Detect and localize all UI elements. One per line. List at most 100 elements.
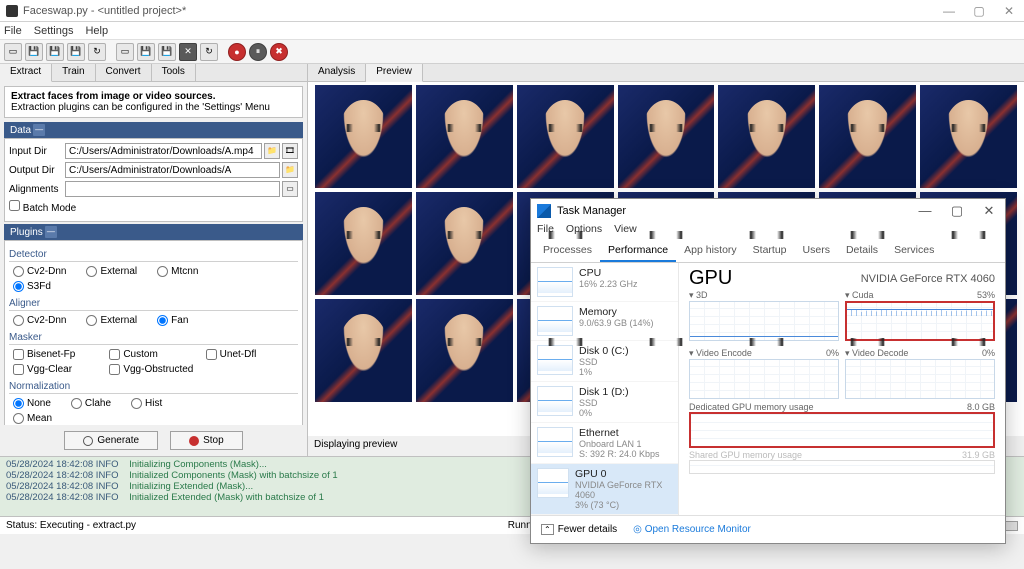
stop-button[interactable]: Stop xyxy=(170,431,243,450)
detector-s3fd[interactable] xyxy=(13,281,24,292)
tm-item-ethernet[interactable]: EthernetOnboard LAN 1S: 392 R: 24.0 Kbps xyxy=(531,423,678,464)
toolbar-save3-icon[interactable]: 💾 xyxy=(137,43,155,61)
collapse2-icon[interactable]: — xyxy=(45,226,57,238)
masker-head: Masker xyxy=(9,332,298,345)
toolbar-clear-icon[interactable]: ✕ xyxy=(179,43,197,61)
output-dir-field[interactable] xyxy=(65,162,280,178)
detector-mtcnn[interactable] xyxy=(157,266,168,277)
tm-close[interactable]: ✕ xyxy=(973,203,1005,219)
tm-cpu-sparkline xyxy=(537,267,573,297)
aligner-fan[interactable] xyxy=(157,315,168,326)
aligner-head: Aligner xyxy=(9,298,298,311)
norm-none[interactable] xyxy=(13,398,24,409)
norm-clahe[interactable] xyxy=(71,398,82,409)
tab-tools[interactable]: Tools xyxy=(152,64,196,81)
chart-videnc: ▾ Video Encode0% xyxy=(689,348,839,400)
generate-button[interactable]: Generate xyxy=(64,431,158,450)
tm-item-memory[interactable]: Memory9.0/63.9 GB (14%) xyxy=(531,302,678,341)
tm-tab-performance[interactable]: Performance xyxy=(600,241,676,262)
toolbar-stop2-icon[interactable]: ⏸ xyxy=(249,43,267,61)
tm-item-gpu0[interactable]: GPU 0NVIDIA GeForce RTX 40603% (73 °C) xyxy=(531,464,678,515)
chart-cuda: ▾ Cuda53% xyxy=(845,290,995,342)
browse-video-icon[interactable]: 🎞 xyxy=(282,143,298,159)
gpu-name: NVIDIA GeForce RTX 4060 xyxy=(861,273,995,285)
tm-tab-users[interactable]: Users xyxy=(795,241,838,262)
norm-head: Normalization xyxy=(9,381,298,394)
norm-mean[interactable] xyxy=(13,413,24,424)
tm-tab-apphistory[interactable]: App history xyxy=(676,241,745,262)
tm-gpu-sparkline xyxy=(537,468,569,498)
tab-convert[interactable]: Convert xyxy=(96,64,152,81)
browse-folder-icon[interactable]: 📁 xyxy=(264,143,280,159)
fewer-details-link[interactable]: Fewer details xyxy=(541,524,617,535)
tm-item-disk0[interactable]: Disk 0 (C:)SSD1% xyxy=(531,341,678,382)
face-thumbnail xyxy=(919,84,1018,189)
tm-tab-startup[interactable]: Startup xyxy=(745,241,795,262)
task-manager-window[interactable]: Task Manager — ▢ ✕ File Options View Pro… xyxy=(530,198,1006,544)
norm-hist[interactable] xyxy=(131,398,142,409)
input-dir-field[interactable] xyxy=(65,143,262,159)
aligner-cv2dnn[interactable] xyxy=(13,315,24,326)
tm-tab-processes[interactable]: Processes xyxy=(535,241,600,262)
tab-train[interactable]: Train xyxy=(52,64,95,81)
browse-file-icon[interactable]: ▭ xyxy=(282,181,298,197)
status-text: Status: Executing - extract.py xyxy=(6,520,136,531)
toolbar-save4-icon[interactable]: 💾 xyxy=(158,43,176,61)
tm-tab-details[interactable]: Details xyxy=(838,241,886,262)
tab-preview[interactable]: Preview xyxy=(366,64,423,82)
masker-vggclear[interactable] xyxy=(13,364,24,375)
menu-file[interactable]: File xyxy=(4,25,22,37)
face-thumbnail xyxy=(314,298,413,403)
toolbar-new-icon[interactable]: ▭ xyxy=(4,43,22,61)
chart-shared-mem: Shared GPU memory usage31.9 GB xyxy=(689,450,995,474)
masker-unetdfl[interactable] xyxy=(206,349,217,360)
alignments-field[interactable] xyxy=(65,181,280,197)
toolbar-new2-icon[interactable]: ▭ xyxy=(116,43,134,61)
alignments-label: Alignments xyxy=(9,184,65,195)
gpu-heading: GPU xyxy=(689,267,732,290)
masker-custom[interactable] xyxy=(109,349,120,360)
detector-external[interactable] xyxy=(86,266,97,277)
tab-analysis[interactable]: Analysis xyxy=(308,64,366,81)
tm-title-bar[interactable]: Task Manager — ▢ ✕ xyxy=(531,199,1005,223)
menu-help[interactable]: Help xyxy=(85,25,108,37)
detector-cv2dnn[interactable] xyxy=(13,266,24,277)
masker-vggobstr[interactable] xyxy=(109,364,120,375)
tm-item-disk1[interactable]: Disk 1 (D:)SSD0% xyxy=(531,382,678,423)
task-manager-icon xyxy=(537,204,551,218)
menu-settings[interactable]: Settings xyxy=(34,25,74,37)
tm-footer: Fewer details Open Resource Monitor xyxy=(531,515,1005,543)
window-maximize[interactable]: ▢ xyxy=(964,4,994,18)
open-resource-monitor-link[interactable]: Open Resource Monitor xyxy=(633,524,751,535)
window-close[interactable]: ✕ xyxy=(994,4,1024,18)
tab-extract[interactable]: Extract xyxy=(0,64,52,82)
batch-mode-checkbox[interactable] xyxy=(9,200,20,211)
toolbar-reload2-icon[interactable]: ↻ xyxy=(200,43,218,61)
tm-minimize[interactable]: — xyxy=(909,203,941,219)
tm-menu-view[interactable]: View xyxy=(614,223,637,241)
data-section-header[interactable]: Data — xyxy=(4,122,303,138)
tm-tab-services[interactable]: Services xyxy=(886,241,942,262)
input-dir-label: Input Dir xyxy=(9,146,65,157)
toolbar-saveall-icon[interactable]: 💾 xyxy=(67,43,85,61)
aligner-external[interactable] xyxy=(86,315,97,326)
collapse-icon[interactable]: — xyxy=(33,124,45,136)
toolbar-save2-icon[interactable]: 💾 xyxy=(46,43,64,61)
plugins-section-header[interactable]: Plugins — xyxy=(4,224,303,240)
masker-bisenet[interactable] xyxy=(13,349,24,360)
face-thumbnail xyxy=(415,191,514,296)
generate-icon xyxy=(83,436,93,446)
toolbar-record-icon[interactable]: ● xyxy=(228,43,246,61)
tm-tabs: Processes Performance App history Startu… xyxy=(531,241,1005,263)
tm-eth-sparkline xyxy=(537,427,573,457)
right-tabs: Analysis Preview xyxy=(308,64,1024,82)
toolbar-reload-icon[interactable]: ↻ xyxy=(88,43,106,61)
toolbar-error-icon[interactable]: ✖ xyxy=(270,43,288,61)
tm-item-cpu[interactable]: CPU16% 2.23 GHz xyxy=(531,263,678,302)
toolbar: ▭ 💾 💾 💾 ↻ ▭ 💾 💾 ✕ ↻ ● ⏸ ✖ xyxy=(0,40,1024,64)
tm-maximize[interactable]: ▢ xyxy=(941,203,973,219)
window-minimize[interactable]: — xyxy=(934,4,964,18)
tm-mem-sparkline xyxy=(537,306,573,336)
browse-folder2-icon[interactable]: 📁 xyxy=(282,162,298,178)
toolbar-save-icon[interactable]: 💾 xyxy=(25,43,43,61)
